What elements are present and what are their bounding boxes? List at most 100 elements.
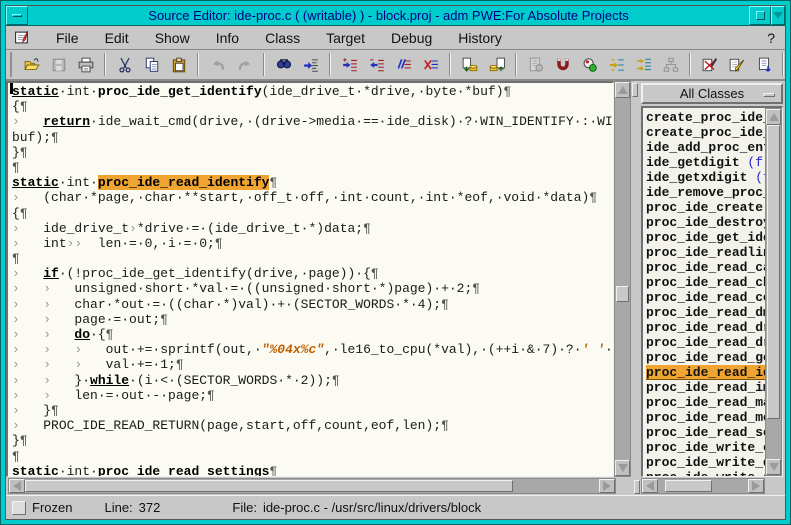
code-line[interactable]: › › }·while·(i·<·(SECTOR_WORDS·*·2));¶ xyxy=(12,373,613,388)
open-file-button[interactable] xyxy=(18,52,45,77)
menu-item-class[interactable]: Class xyxy=(265,30,300,46)
list-item[interactable]: proc_ide_read_med xyxy=(646,410,765,425)
list-item[interactable]: proc_ide_get_iden xyxy=(646,230,765,245)
list-item[interactable]: proc_ide_read_dmo xyxy=(646,305,765,320)
code-line[interactable]: {¶ xyxy=(12,99,613,114)
window-menu-button[interactable] xyxy=(6,6,28,25)
list-item[interactable]: proc_ide_write_se xyxy=(646,470,765,476)
freeze-edits-button[interactable] xyxy=(696,52,723,77)
list-item[interactable]: proc_ide_destroy xyxy=(646,215,765,230)
editor-scroll-up-button[interactable] xyxy=(615,82,630,98)
list-item[interactable]: proc_ide_read_geo xyxy=(646,350,765,365)
undo-button[interactable] xyxy=(204,52,231,77)
list-item[interactable]: proc_ide_read_set xyxy=(646,425,765,440)
paste-button[interactable] xyxy=(165,52,192,77)
copy-button[interactable] xyxy=(138,52,165,77)
maximize-button[interactable] xyxy=(749,6,771,25)
code-line[interactable]: › › char·*out·=·((char·*)val)·+·(SECTOR_… xyxy=(12,297,613,312)
inspect-button[interactable] xyxy=(576,52,603,77)
code-line[interactable]: › }¶ xyxy=(12,403,613,418)
doc-settings-button[interactable] xyxy=(522,52,549,77)
list-item[interactable]: proc_ide_read_con xyxy=(646,290,765,305)
list-vscroll-thumb[interactable] xyxy=(767,125,780,419)
list-scroll-up-button[interactable] xyxy=(766,109,781,125)
editor-scroll-right-button[interactable] xyxy=(599,479,615,493)
list-hscroll-thumb[interactable] xyxy=(665,480,712,492)
menu-item-debug[interactable]: Debug xyxy=(391,30,432,46)
reload-file-button[interactable] xyxy=(750,52,777,77)
editor-vertical-scrollbar[interactable] xyxy=(614,81,631,477)
list-item-selected[interactable]: proc_ide_read_ide xyxy=(646,365,765,380)
code-line[interactable]: buf);¶ xyxy=(12,130,613,145)
editor-vscroll-thumb[interactable] xyxy=(616,286,629,302)
magnet-button[interactable] xyxy=(549,52,576,77)
list-item[interactable]: proc_ide_read_dri xyxy=(646,320,765,335)
editor-hscroll-track[interactable] xyxy=(25,479,599,493)
list-item[interactable]: create_proc_ide_i xyxy=(646,125,765,140)
edit-mode-button[interactable] xyxy=(723,52,750,77)
list-item[interactable]: create_proc_ide_d xyxy=(646,110,765,125)
code-line[interactable]: }¶ xyxy=(12,145,613,160)
toolbar-grip-handle[interactable] xyxy=(10,52,12,77)
list-item[interactable]: proc_ide_write_dr xyxy=(646,455,765,470)
menu-item-history[interactable]: History xyxy=(458,30,502,46)
cut-button[interactable] xyxy=(111,52,138,77)
splitter-sash[interactable] xyxy=(631,81,639,477)
list-hscroll-track[interactable] xyxy=(658,479,748,493)
code-line[interactable]: › › do·{¶ xyxy=(12,327,613,342)
list-item[interactable]: proc_ide_read_mat xyxy=(646,395,765,410)
code-line[interactable]: › int›› len·=·0,·i·=·0;¶ xyxy=(12,236,613,251)
list-scroll-left-button[interactable] xyxy=(642,479,658,493)
code-line[interactable]: ¶ xyxy=(12,449,613,464)
list-vscroll-track[interactable] xyxy=(766,125,781,459)
list-scroll-down-button[interactable] xyxy=(766,459,781,475)
editor-hscroll-thumb[interactable] xyxy=(25,480,513,492)
check-out-button[interactable] xyxy=(456,52,483,77)
menu-item-show[interactable]: Show xyxy=(155,30,190,46)
code-line[interactable]: static·int·proc_ide_get_identify(ide_dri… xyxy=(12,84,613,99)
editor-scroll-left-button[interactable] xyxy=(9,479,25,493)
menu-item-file[interactable]: File xyxy=(56,30,79,46)
code-line[interactable]: › return·ide_wait_cmd(drive,·(drive->med… xyxy=(12,114,613,129)
code-line[interactable]: › › unsigned·short·*val·=·((unsigned·sho… xyxy=(12,281,613,296)
code-line[interactable]: › › › val·+=·1;¶ xyxy=(12,357,613,372)
save-button[interactable] xyxy=(45,52,72,77)
code-line[interactable]: static·int·proc_ide_read_identify¶ xyxy=(12,175,613,190)
goto-line-button[interactable] xyxy=(297,52,324,77)
code-line[interactable]: }¶ xyxy=(12,433,613,448)
list-item[interactable]: ide_getxdigit (f) xyxy=(646,170,765,185)
shift-left-button[interactable] xyxy=(363,52,390,77)
code-editor[interactable]: static·int·proc_ide_get_identify(ide_dri… xyxy=(6,81,614,477)
code-line[interactable]: ¶ xyxy=(12,251,613,266)
find-button[interactable] xyxy=(270,52,297,77)
code-line[interactable]: › (char·*page,·char·**start,·off_t·off,·… xyxy=(12,190,613,205)
code-line[interactable]: static·int·proc_ide_read_settings¶ xyxy=(12,464,613,477)
list-item[interactable]: ide_remove_proc_e xyxy=(646,185,765,200)
list-horizontal-scrollbar[interactable] xyxy=(641,478,765,494)
bottom-sash[interactable] xyxy=(633,478,641,494)
editor-vscroll-track[interactable] xyxy=(615,98,630,460)
frozen-toggle[interactable] xyxy=(12,501,26,515)
list-item[interactable]: proc_ide_readlink xyxy=(646,245,765,260)
window-shade-button[interactable] xyxy=(771,6,785,25)
menu-item-edit[interactable]: Edit xyxy=(105,30,129,46)
editor-horizontal-scrollbar[interactable] xyxy=(8,478,616,494)
code-line[interactable]: › › page·=·out;¶ xyxy=(12,312,613,327)
list-item[interactable]: proc_ide_read_cap xyxy=(646,260,765,275)
list-item[interactable]: ide_add_proc_entr xyxy=(646,140,765,155)
list-scroll-right-button[interactable] xyxy=(748,479,764,493)
code-line[interactable]: › › len·=·out·-·page;¶ xyxy=(12,388,613,403)
print-button[interactable] xyxy=(72,52,99,77)
hierarchy-button[interactable] xyxy=(657,52,684,77)
editor-scroll-down-button[interactable] xyxy=(615,460,630,476)
comment-button[interactable] xyxy=(390,52,417,77)
redo-button[interactable] xyxy=(231,52,258,77)
check-in-button[interactable] xyxy=(483,52,510,77)
shift-right-button[interactable] xyxy=(336,52,363,77)
cross-reference-all-button[interactable] xyxy=(630,52,657,77)
list-item[interactable]: proc_ide_read_cha xyxy=(646,275,765,290)
code-line[interactable]: › › › out·+=·sprintf(out,·"%04x%c",·le16… xyxy=(12,342,613,357)
list-item[interactable]: ide_getdigit (f) xyxy=(646,155,765,170)
code-line[interactable]: {¶ xyxy=(12,206,613,221)
cross-reference-button[interactable] xyxy=(603,52,630,77)
